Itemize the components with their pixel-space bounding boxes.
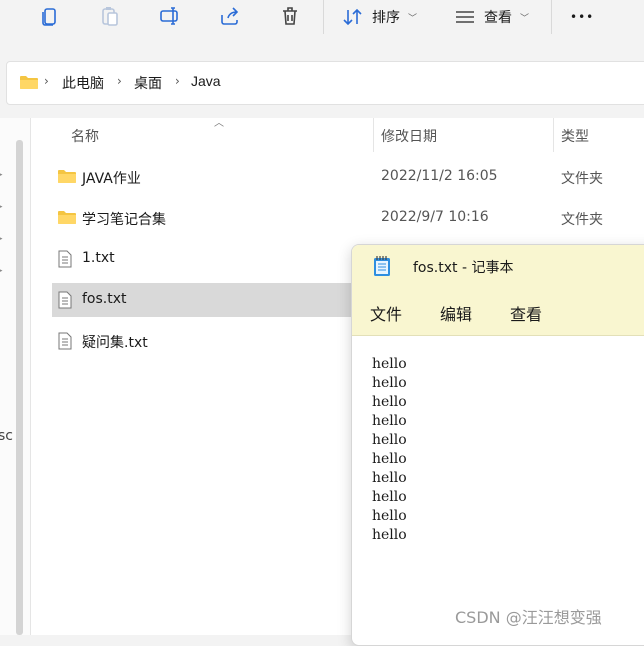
sort-button[interactable]: 排序 ﹀ — [342, 3, 417, 31]
text-file-icon — [57, 332, 77, 350]
file-type: 文件夹 — [561, 212, 603, 228]
nav-item-label: sc — [0, 428, 13, 444]
copy-icon[interactable] — [38, 4, 62, 28]
chevron-right-icon: › — [117, 74, 122, 88]
notepad-title: fos.txt - 记事本 — [413, 260, 514, 276]
file-date: 2022/11/2 16:05 — [381, 168, 498, 184]
text-line: hello — [372, 489, 407, 505]
notepad-app-icon — [373, 255, 391, 281]
sort-icon — [342, 7, 364, 27]
file-name: 疑问集.txt — [82, 335, 148, 351]
folder-icon — [57, 209, 77, 227]
file-date: 2022/9/7 10:16 — [381, 209, 489, 225]
chevron-right-icon: › — [175, 74, 180, 88]
notepad-titlebar[interactable]: fos.txt - 记事本 — [352, 245, 644, 289]
text-line: hello — [372, 413, 407, 429]
column-type[interactable]: 类型 — [561, 126, 589, 146]
sort-label: 排序 — [372, 10, 400, 26]
file-type: 文件夹 — [561, 171, 603, 187]
expand-arrow-icon[interactable]: ▸ — [0, 266, 3, 276]
view-button[interactable]: 查看 ﹀ — [454, 3, 529, 31]
breadcrumb-java[interactable]: Java — [191, 73, 221, 89]
text-line: hello — [372, 394, 407, 410]
delete-icon[interactable] — [278, 4, 302, 28]
file-name: 1.txt — [82, 250, 115, 266]
sort-ascending-icon: ︿ — [214, 118, 224, 129]
text-line: hello — [372, 527, 407, 543]
address-bar[interactable]: › 此电脑 › 桌面 › Java — [6, 61, 644, 105]
folder-icon — [19, 74, 39, 94]
menu-view[interactable]: 查看 — [510, 301, 542, 325]
expand-arrow-icon[interactable]: ▸ — [0, 234, 3, 244]
text-line: hello — [372, 375, 407, 391]
text-line: hello — [372, 451, 407, 467]
text-line: hello — [372, 356, 407, 372]
view-label: 查看 — [484, 10, 512, 26]
column-name[interactable]: 名称 — [71, 126, 99, 146]
column-divider[interactable] — [373, 118, 374, 152]
command-bar: 排序 ﹀ 查看 ﹀ ••• — [0, 0, 644, 50]
chevron-down-icon: ﹀ — [408, 13, 418, 24]
notepad-text-area[interactable]: hello hello hello hello hello hello hell… — [372, 355, 407, 545]
text-line: hello — [372, 508, 407, 524]
view-icon — [454, 7, 476, 27]
chevron-down-icon: ﹀ — [520, 13, 530, 24]
toolbar-divider — [551, 0, 552, 34]
text-file-icon — [57, 250, 77, 268]
column-modified[interactable]: 修改日期 — [381, 126, 437, 146]
toolbar-divider — [323, 0, 324, 34]
column-header: ︿ 名称 修改日期 类型 — [31, 118, 644, 152]
expand-arrow-icon[interactable]: ▸ — [0, 170, 3, 180]
more-label: ••• — [570, 10, 595, 24]
column-divider[interactable] — [553, 118, 554, 152]
breadcrumb-desktop[interactable]: 桌面 — [134, 73, 162, 93]
rename-icon[interactable] — [158, 4, 182, 28]
nav-scroll-strip[interactable] — [16, 140, 23, 635]
file-name: JAVA作业 — [82, 171, 141, 187]
file-name: fos.txt — [82, 291, 127, 307]
text-line: hello — [372, 432, 407, 448]
chevron-right-icon: › — [44, 74, 49, 88]
text-file-icon — [57, 291, 77, 309]
navigation-pane: ▸ ▸ ▸ ▸ sc — [0, 118, 31, 635]
paste-icon[interactable] — [98, 4, 122, 28]
notepad-menubar: 文件 编辑 查看 — [352, 289, 644, 336]
text-line: hello — [372, 470, 407, 486]
share-icon[interactable] — [218, 4, 242, 28]
file-name: 学习笔记合集 — [82, 212, 166, 228]
breadcrumb-this-pc[interactable]: 此电脑 — [62, 73, 104, 93]
menu-file[interactable]: 文件 — [370, 301, 402, 325]
list-item[interactable]: 学习笔记合集 2022/9/7 10:16 文件夹 — [52, 201, 644, 235]
notepad-window[interactable]: fos.txt - 记事本 文件 编辑 查看 hello hello hello… — [351, 244, 644, 646]
folder-icon — [57, 168, 77, 186]
expand-arrow-icon[interactable]: ▸ — [0, 202, 3, 212]
list-item[interactable]: JAVA作业 2022/11/2 16:05 文件夹 — [52, 160, 644, 194]
more-icon[interactable]: ••• — [570, 3, 594, 31]
menu-edit[interactable]: 编辑 — [440, 301, 472, 325]
watermark: CSDN @汪汪想变强 — [455, 608, 602, 627]
